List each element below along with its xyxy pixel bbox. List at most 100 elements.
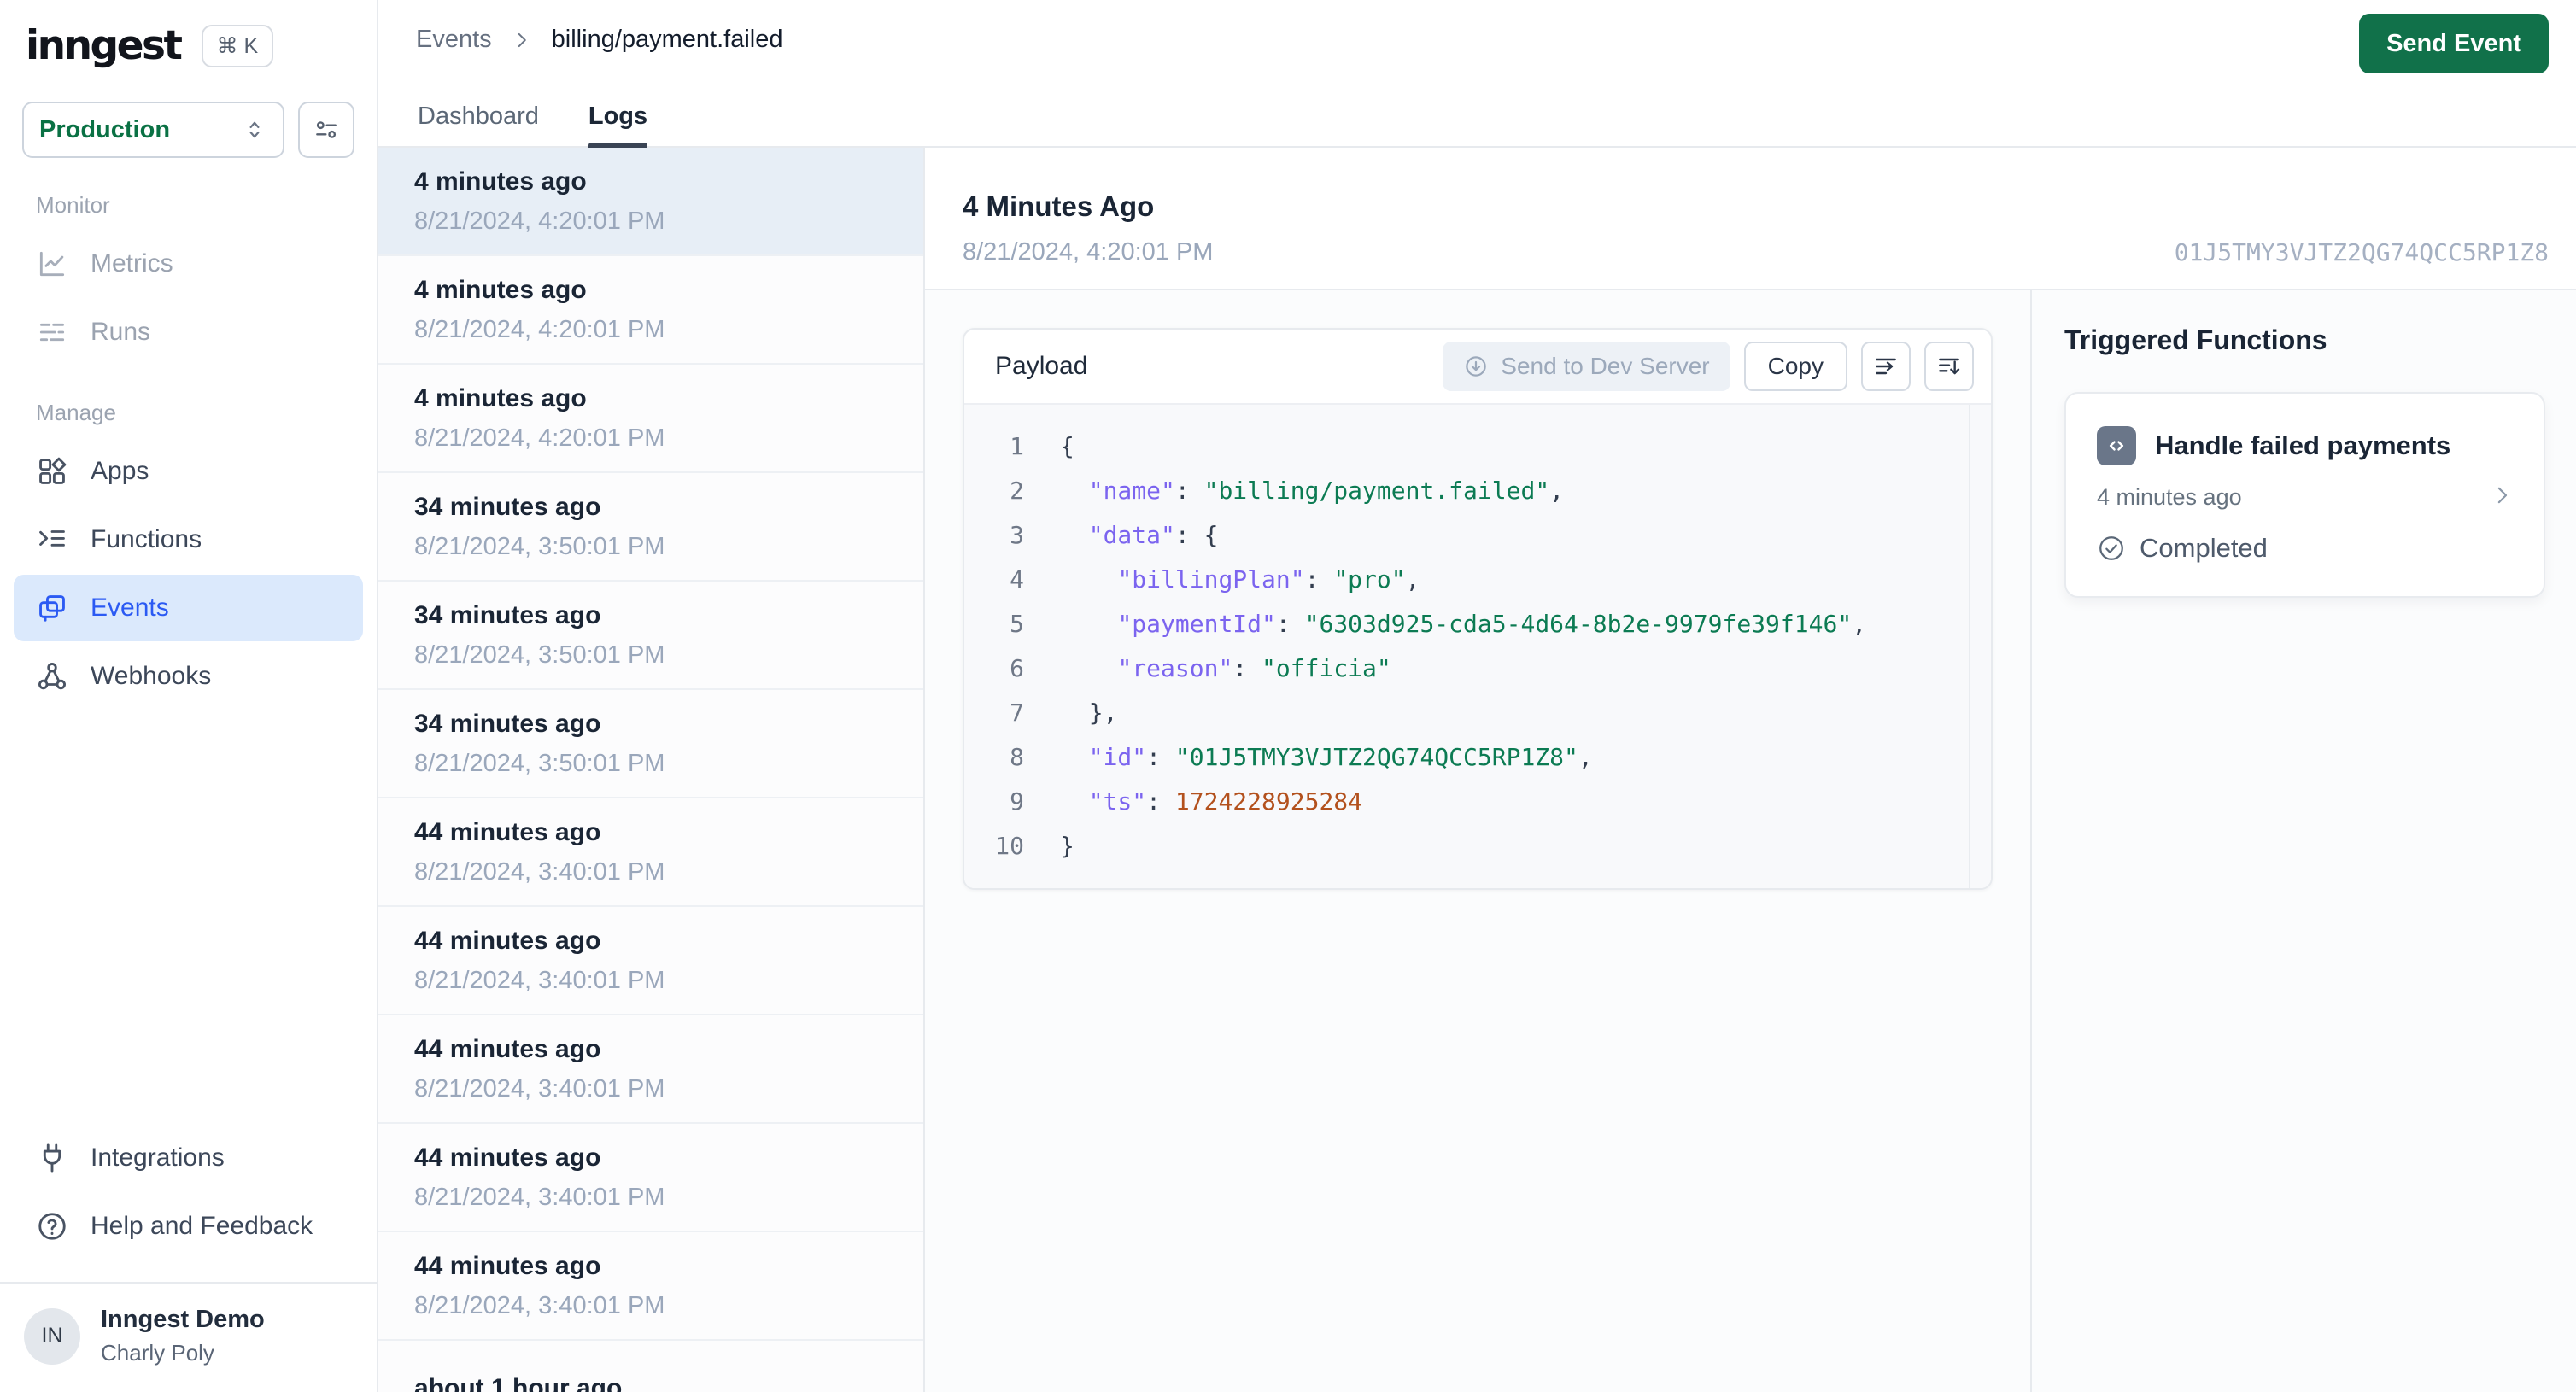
event-relative-time: 4 minutes ago [414, 275, 587, 304]
code-line: 5 "paymentId": "6303d925-cda5-4d64-8b2e-… [964, 601, 1969, 646]
webhooks-icon [38, 663, 66, 690]
list-item[interactable]: 4 minutes ago 8/21/2024, 4:20:01 PM [378, 365, 923, 473]
event-timestamp: 8/21/2024, 3:40:01 PM [414, 1074, 665, 1102]
user-name: Charly Poly [101, 1340, 214, 1366]
sidebar-item-functions[interactable]: Functions [14, 506, 363, 573]
sidebar-item-label: Functions [91, 525, 202, 553]
line-number: 4 [1010, 564, 1024, 594]
sliders-icon [316, 121, 337, 138]
code-line: 3 "data": { [964, 512, 1969, 557]
sidebar-item-label: Webhooks [91, 662, 212, 690]
inngest-logo: inngest [26, 22, 183, 69]
event-relative-time: about 1 hour ago [414, 1374, 623, 1392]
list-item[interactable]: 34 minutes ago 8/21/2024, 3:50:01 PM [378, 473, 923, 582]
event-relative-time: 44 minutes ago [414, 1251, 601, 1280]
list-item[interactable]: 44 minutes ago 8/21/2024, 3:40:01 PM [378, 1232, 923, 1341]
function-name: Handle failed payments [2155, 430, 2451, 460]
code-line: 8 "id": "01J5TMY3VJTZ2QG74QCC5RP1Z8", [964, 734, 1969, 779]
list-item[interactable]: 34 minutes ago 8/21/2024, 3:50:01 PM [378, 582, 923, 690]
triggered-function-card[interactable]: Handle failed payments 4 minutes ago Com… [2064, 392, 2545, 598]
sidebar: inngest ⌘ K Production Monitor Metrics R… [0, 0, 378, 1392]
sidebar-item-integrations[interactable]: Integrations [14, 1125, 363, 1191]
list-item[interactable]: 44 minutes ago 8/21/2024, 3:40:01 PM [378, 1124, 923, 1232]
sidebar-item-help-and-feedback[interactable]: Help and Feedback [14, 1193, 363, 1260]
wrap-text-icon [1876, 358, 1896, 375]
function-run-time: 4 minutes ago [2097, 484, 2242, 510]
triggered-functions-panel: Triggered Functions Handle failed paymen… [2030, 290, 2576, 1392]
event-timestamp: 8/21/2024, 4:20:01 PM [414, 424, 665, 452]
line-number: 10 [995, 831, 1024, 860]
sidebar-item-apps[interactable]: Apps [14, 438, 363, 505]
runs-icon [39, 323, 65, 342]
send-to-dev-server-label: Send to Dev Server [1501, 353, 1710, 379]
payload-card: Payload Send to Dev Server Copy 1 {2 "n… [963, 328, 1993, 890]
metrics-icon [39, 251, 65, 277]
sort-down-icon [1939, 358, 1960, 375]
sidebar-item-label: Integrations [91, 1143, 225, 1172]
tab-dashboard[interactable]: Dashboard [418, 102, 539, 148]
code-line: 10} [964, 823, 1969, 868]
list-item[interactable]: 4 minutes ago 8/21/2024, 4:20:01 PM [378, 256, 923, 365]
sidebar-item-events[interactable]: Events [14, 575, 363, 641]
environment-settings-button[interactable] [298, 102, 354, 158]
breadcrumb: Events billing/payment.failed [416, 26, 783, 54]
tab-logs[interactable]: Logs [588, 102, 648, 148]
sidebar-item-label: Metrics [91, 249, 173, 278]
event-relative-time: 44 minutes ago [414, 1143, 601, 1172]
list-item[interactable]: 34 minutes ago 8/21/2024, 3:50:01 PM [378, 690, 923, 798]
triggered-functions-title: Triggered Functions [2064, 325, 2327, 355]
code-line: 4 "billingPlan": "pro", [964, 557, 1969, 601]
event-relative-time: 44 minutes ago [414, 817, 601, 846]
code-line: 9 "ts": 1724228925284 [964, 779, 1969, 823]
copy-button[interactable]: Copy [1743, 342, 1847, 391]
send-to-dev-server-button[interactable]: Send to Dev Server [1443, 342, 1730, 391]
code-line: 7 }, [964, 690, 1969, 734]
scroll-to-bottom-button[interactable] [1924, 342, 1974, 391]
payload-title: Payload [995, 352, 1088, 380]
line-number: 1 [1010, 431, 1024, 460]
event-relative-time: 34 minutes ago [414, 492, 601, 521]
environment-select[interactable]: Production [22, 102, 284, 158]
functions-icon [39, 530, 65, 547]
help-icon [38, 1213, 66, 1240]
code-lines: 1{2 "name": "billing/payment.failed", 3 "… [964, 405, 1969, 888]
list-item[interactable]: 44 minutes ago 8/21/2024, 3:40:01 PM [378, 798, 923, 907]
sidebar-item-label: Runs [91, 318, 151, 346]
list-item[interactable]: 44 minutes ago 8/21/2024, 3:40:01 PM [378, 907, 923, 1015]
send-event-button[interactable]: Send Event [2359, 14, 2549, 73]
event-relative-time: 4 minutes ago [414, 383, 587, 412]
breadcrumb-current: billing/payment.failed [551, 26, 783, 53]
detail-header: 4 Minutes Ago 8/21/2024, 4:20:01 PM 01J5… [925, 148, 2576, 290]
sidebar-item-webhooks[interactable]: Webhooks [14, 643, 363, 710]
sidebar-item-runs[interactable]: Runs [14, 299, 363, 366]
event-timestamp: 8/21/2024, 4:20:01 PM [414, 207, 665, 235]
list-item[interactable]: 44 minutes ago 8/21/2024, 3:40:01 PM [378, 1015, 923, 1124]
apps-icon [39, 457, 67, 484]
sidebar-nav: Monitor Metrics Runs Manage Apps Functio… [0, 158, 377, 711]
section-label-manage: Manage [36, 400, 116, 425]
event-relative-time: 4 minutes ago [414, 167, 587, 196]
command-k-shortcut[interactable]: ⌘ K [201, 24, 274, 67]
line-number: 8 [1010, 742, 1024, 771]
line-number: 5 [1010, 609, 1024, 638]
code-line: 6 "reason": "officia" [964, 646, 1969, 690]
list-item[interactable]: about 1 hour ago [378, 1341, 923, 1392]
word-wrap-button[interactable] [1861, 342, 1911, 391]
events-icon [39, 595, 65, 622]
event-relative-time: 44 minutes ago [414, 1034, 601, 1063]
integrations-icon [43, 1143, 61, 1173]
code-scrollbar[interactable] [1969, 405, 1991, 888]
sidebar-item-label: Help and Feedback [91, 1212, 313, 1240]
breadcrumb-events[interactable]: Events [416, 26, 492, 54]
list-item[interactable]: 4 minutes ago 8/21/2024, 4:20:01 PM [378, 148, 923, 256]
function-status: Completed [2140, 533, 2268, 563]
sidebar-item-metrics[interactable]: Metrics [14, 231, 363, 297]
user-menu[interactable]: IN Inngest Demo Charly Poly [0, 1282, 377, 1392]
event-id: 01J5TMY3VJTZ2QG74QCC5RP1Z8 [2174, 238, 2549, 266]
sidebar-item-label: Apps [91, 457, 149, 485]
app-window: inngest ⌘ K Production Monitor Metrics R… [0, 0, 2576, 1392]
event-timestamp: 8/21/2024, 4:20:01 PM [414, 315, 665, 343]
chevron-right-icon [518, 32, 526, 47]
chevron-right-icon [2497, 487, 2508, 503]
event-timestamp: 8/21/2024, 3:50:01 PM [414, 532, 665, 560]
